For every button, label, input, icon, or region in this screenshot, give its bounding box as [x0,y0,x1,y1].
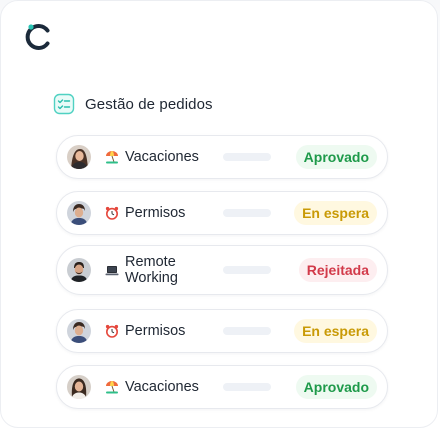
app-canvas: Gestão de pedidos Vacaciones Aprovado Pe… [0,0,440,430]
avatar [67,375,91,399]
alarm-clock-icon [105,324,119,338]
request-row[interactable]: Permisos En espera [56,191,388,235]
section-header: Gestão de pedidos [53,93,213,115]
request-row[interactable]: Vacaciones Aprovado [56,135,388,179]
avatar [67,319,91,343]
status-badge: En espera [294,319,377,343]
beach-umbrella-icon [105,150,119,164]
placeholder-bar [223,383,271,391]
request-type-label: Remote Working [125,254,178,286]
placeholder-bar [223,266,271,274]
request-card: Gestão de pedidos Vacaciones Aprovado Pe… [0,0,438,428]
request-type: Vacaciones [105,149,199,165]
avatar [67,258,91,282]
request-type: Permisos [105,205,185,221]
laptop-icon [105,263,119,277]
request-type-label: Permisos [125,205,186,221]
request-type-label: Vacaciones [125,379,199,395]
request-type: Vacaciones [105,379,199,395]
request-row[interactable]: Remote Working Rejeitada [56,245,388,295]
request-type: Remote Working [105,254,195,286]
alarm-clock-icon [105,206,119,220]
brand-logo [23,21,55,53]
avatar [67,201,91,225]
status-badge: Rejeitada [298,258,377,282]
status-badge: En espera [294,201,377,225]
section-title: Gestão de pedidos [85,95,213,113]
checklist-icon [53,93,75,115]
request-row[interactable]: Vacaciones Aprovado [56,365,388,409]
placeholder-bar [223,327,271,335]
beach-umbrella-icon [105,380,119,394]
request-type-label: Vacaciones [125,149,199,165]
placeholder-bar [223,153,271,161]
status-badge: Aprovado [295,375,377,399]
request-type-label: Permisos [125,323,186,339]
placeholder-bar [223,209,271,217]
request-type: Permisos [105,323,185,339]
request-row[interactable]: Permisos En espera [56,309,388,353]
avatar [67,145,91,169]
status-badge: Aprovado [295,145,377,169]
